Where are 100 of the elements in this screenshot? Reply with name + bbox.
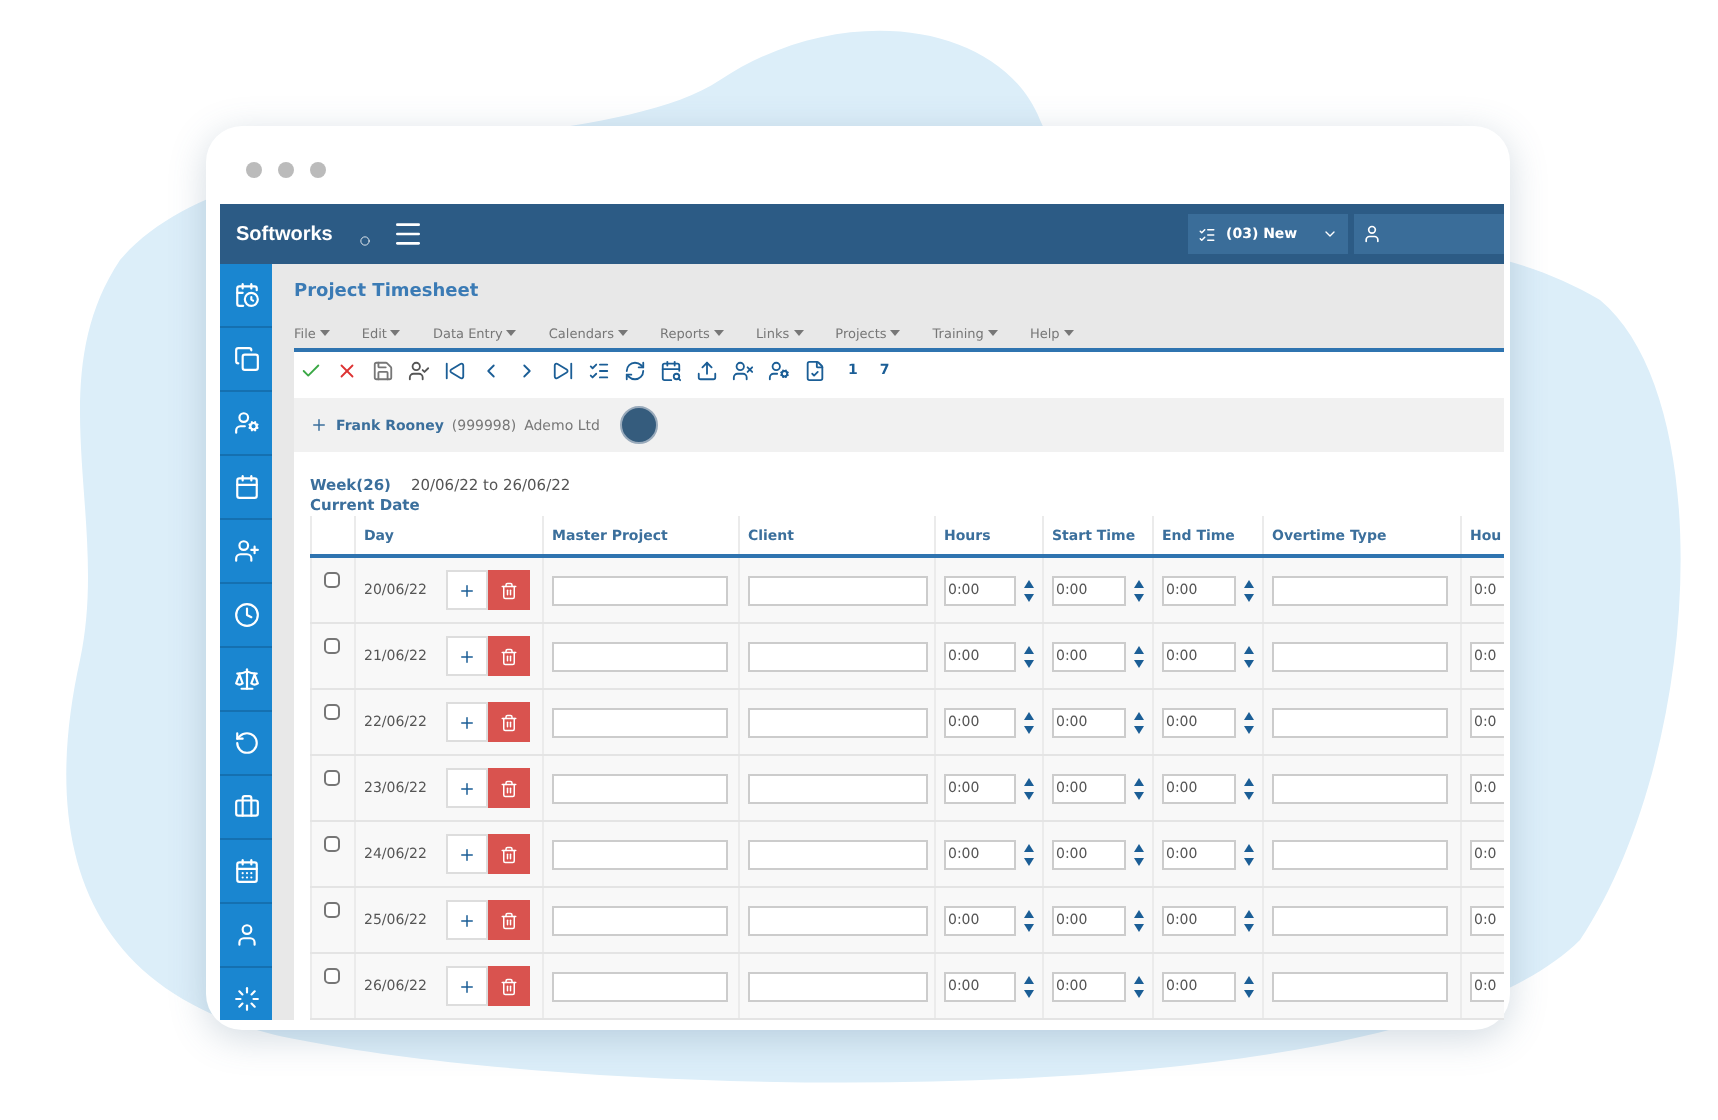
text-field[interactable]	[552, 641, 728, 671]
row-checkbox[interactable]	[324, 770, 340, 786]
delete-button[interactable]	[488, 768, 531, 808]
user-check-button[interactable]	[408, 359, 430, 381]
last-button[interactable]	[552, 359, 574, 381]
spinner-icon[interactable]	[1134, 579, 1144, 601]
save-icon	[372, 359, 394, 381]
row-checkbox[interactable]	[324, 836, 340, 852]
list-icon	[1198, 225, 1216, 243]
row-checkbox[interactable]	[324, 968, 340, 984]
spinner-icon[interactable]	[1134, 975, 1144, 997]
text-field[interactable]	[748, 839, 928, 869]
text-field[interactable]	[552, 773, 728, 803]
text-field[interactable]	[552, 707, 728, 737]
document-button[interactable]	[804, 359, 826, 381]
close-button[interactable]	[336, 359, 358, 381]
spinner-icon[interactable]	[1244, 645, 1254, 667]
caret-icon	[506, 330, 517, 336]
trash-icon	[500, 713, 519, 731]
spinner-icon[interactable]	[1134, 777, 1144, 799]
spinner-icon[interactable]	[1244, 909, 1254, 931]
text-field[interactable]	[748, 707, 928, 737]
spinner-icon[interactable]	[1024, 777, 1034, 799]
add-button[interactable]	[446, 768, 489, 808]
add-button[interactable]	[446, 636, 489, 676]
plus-icon	[458, 713, 477, 731]
calendar-search-icon	[660, 359, 682, 381]
list-button[interactable]	[588, 359, 610, 381]
spinner-icon[interactable]	[1134, 909, 1144, 931]
delete-button[interactable]	[488, 966, 531, 1006]
user-gear-button[interactable]	[768, 359, 790, 381]
refresh-button[interactable]	[624, 359, 646, 381]
trash-icon	[500, 911, 519, 929]
text-field[interactable]	[552, 971, 728, 1001]
spinner-icon[interactable]	[1244, 711, 1254, 733]
text-field[interactable]	[748, 575, 928, 605]
upload-icon	[696, 359, 718, 381]
delete-button[interactable]	[488, 636, 531, 676]
text-field[interactable]	[552, 905, 728, 935]
search-field[interactable]	[1354, 214, 1504, 254]
text-field[interactable]	[552, 575, 728, 605]
add-button[interactable]	[446, 966, 489, 1006]
row-checkbox[interactable]	[324, 902, 340, 918]
text-field[interactable]	[748, 641, 928, 671]
spinner-icon[interactable]	[1134, 711, 1144, 733]
text-field[interactable]	[1272, 575, 1448, 605]
text-field[interactable]	[748, 773, 928, 803]
close-icon	[336, 359, 358, 381]
add-button[interactable]	[446, 702, 489, 742]
trash-icon	[500, 977, 519, 995]
spinner-icon[interactable]	[1244, 975, 1254, 997]
text-field[interactable]	[1272, 839, 1448, 869]
spinner-icon[interactable]	[1024, 579, 1034, 601]
row-checkbox[interactable]	[324, 704, 340, 720]
user-remove-button[interactable]	[732, 359, 754, 381]
text-field[interactable]	[552, 839, 728, 869]
delete-button[interactable]	[488, 570, 531, 610]
spinner-icon[interactable]	[1244, 579, 1254, 601]
delete-button[interactable]	[488, 702, 531, 742]
row-checkbox[interactable]	[324, 572, 340, 588]
caret-icon	[987, 330, 998, 336]
text-field[interactable]	[748, 905, 928, 935]
upload-button[interactable]	[696, 359, 718, 381]
menu-icon[interactable]	[392, 218, 424, 250]
delete-button[interactable]	[488, 834, 531, 874]
check-button[interactable]	[300, 359, 322, 381]
spinner-icon[interactable]	[1024, 975, 1034, 997]
person-icon	[233, 922, 259, 948]
text-field[interactable]	[1272, 773, 1448, 803]
spinner-icon[interactable]	[1024, 711, 1034, 733]
spinner-icon[interactable]	[1024, 645, 1034, 667]
calendar-search-button[interactable]	[660, 359, 682, 381]
caret-icon	[319, 330, 330, 336]
spinner-icon[interactable]	[1024, 843, 1034, 865]
spinner-icon[interactable]	[1134, 645, 1144, 667]
spinner-icon[interactable]	[1244, 777, 1254, 799]
plus-icon	[458, 845, 477, 863]
refresh-icon	[624, 359, 646, 381]
add-button[interactable]	[446, 900, 489, 940]
briefcase-icon	[233, 794, 259, 820]
list-icon	[588, 359, 610, 381]
save-button[interactable]	[372, 359, 394, 381]
user-gear-icon	[233, 410, 259, 436]
text-field[interactable]	[1272, 707, 1448, 737]
expand-icon[interactable]	[310, 416, 328, 434]
first-button[interactable]	[444, 359, 466, 381]
caret-icon	[713, 330, 724, 336]
text-field[interactable]	[1272, 641, 1448, 671]
spinner-icon[interactable]	[1024, 909, 1034, 931]
add-button[interactable]	[446, 570, 489, 610]
delete-button[interactable]	[488, 900, 531, 940]
add-button[interactable]	[446, 834, 489, 874]
spinner-icon[interactable]	[1244, 843, 1254, 865]
text-field[interactable]	[1272, 905, 1448, 935]
caret-icon	[1063, 330, 1074, 336]
text-field[interactable]	[1272, 971, 1448, 1001]
avatar	[619, 406, 658, 444]
text-field[interactable]	[748, 971, 928, 1001]
spinner-icon[interactable]	[1134, 843, 1144, 865]
row-checkbox[interactable]	[324, 638, 340, 654]
